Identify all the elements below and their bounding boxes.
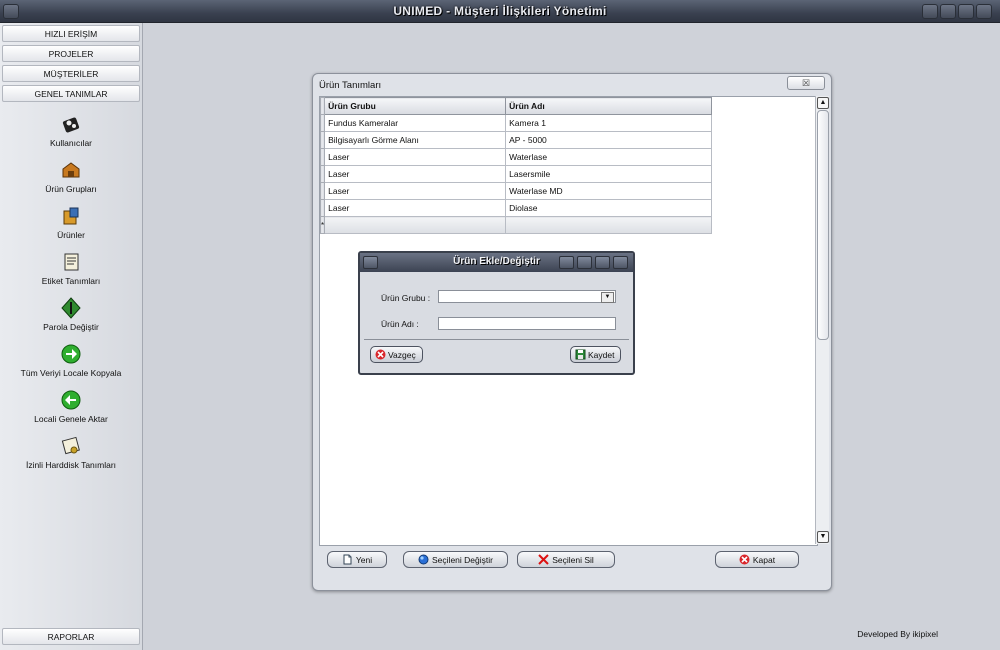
sidebar-item-etiket-tanimlari[interactable]: Etiket Tanımları [0,251,142,286]
table-row[interactable]: Bilgisayarlı Görme Alanı AP - 5000 [319,131,713,149]
product-groups-icon [62,162,80,178]
table-cell[interactable]: Fundus Kameralar [324,114,507,132]
new-row[interactable]: * [319,216,713,234]
sidebar-item-harddisk-tanimlari[interactable]: İzinli Harddisk Tanımları [0,435,142,470]
delete-selected-button[interactable]: Seçileni Sil [517,551,615,568]
table-cell[interactable]: Laser [324,148,507,166]
table-cell[interactable]: Laser [324,165,507,183]
table-cell[interactable]: Laser [324,182,507,200]
table-cell[interactable]: Kamera 1 [505,114,713,132]
dialog-close-icon[interactable] [613,256,628,269]
dialog-title: Ürün Ekle/Değiştir [453,256,540,267]
window-title: Ürün Tanımları [319,80,382,91]
edit-globe-icon [418,554,429,565]
sidebar-item-genele-aktar[interactable]: Locali Genele Aktar [0,389,142,424]
table-cell[interactable]: Diolase [505,199,713,217]
products-icon [63,207,79,225]
window-close-icon[interactable] [976,4,992,19]
close-red-circle-icon [739,554,750,565]
sidebar-item-label: Ürünler [57,230,85,240]
delete-x-icon [538,554,549,565]
arrow-right-green-icon [61,344,81,364]
sidebar-item-parola-degistir[interactable]: Parola Değiştir [0,297,142,332]
users-icon [62,117,80,133]
window-maximize-icon[interactable] [958,4,974,19]
new-document-icon [343,554,352,565]
cancel-button[interactable]: Vazgeç [370,346,423,363]
app-titlebar: UNIMED - Müşteri İlişkileri Yönetimi [0,0,1000,23]
window-close-button[interactable]: ☒ [787,76,825,90]
new-row-cell[interactable] [505,216,713,234]
nav-genel-tanimlar-button[interactable]: GENEL TANIMLAR [2,85,140,102]
sidebar-item-label: Parola Değiştir [43,322,99,332]
sidebar-item-label: Etiket Tanımları [41,276,101,286]
dialog-maximize-icon[interactable] [595,256,610,269]
label-icon [64,253,79,271]
scroll-up-icon[interactable]: ▲ [817,97,829,109]
new-row-cell[interactable] [324,216,507,234]
harddisk-certificate-icon [61,436,80,455]
table-cell[interactable]: Bilgisayarlı Görme Alanı [324,131,507,149]
column-header-urun-adi[interactable]: Ürün Adı [505,97,713,115]
table-row[interactable]: Laser Waterlase [319,148,713,166]
grid-vertical-scrollbar[interactable]: ▲ ▼ [815,96,829,544]
dialog-minimize-icon[interactable] [577,256,592,269]
product-table: Ürün Grubu Ürün Adı Fundus Kameralar Kam… [319,97,713,234]
developer-credit: Developed By ikipixel [857,629,938,639]
nav-hizli-erisim-button[interactable]: HIZLI ERİŞİM [2,25,140,42]
arrow-left-green-icon [61,390,81,410]
scroll-down-icon[interactable]: ▼ [817,531,829,543]
table-cell[interactable]: Waterlase MD [505,182,713,200]
sidebar-item-label: Kullanıcılar [49,138,93,148]
window-button-bar: Yeni Seçileni Değiştir Seçileni Sil Kapa… [319,545,828,583]
window-restore-icon[interactable] [922,4,938,19]
product-name-input[interactable] [438,317,616,330]
new-button[interactable]: Yeni [327,551,387,568]
app-title: UNIMED - Müşteri İlişkileri Yönetimi [393,4,607,18]
table-row[interactable]: Laser Waterlase MD [319,182,713,200]
window-minimize-icon[interactable] [940,4,956,19]
scrollbar-thumb[interactable] [817,110,829,340]
table-cell[interactable]: Laser [324,199,507,217]
sidebar-item-label: İzinli Harddisk Tanımları [25,460,117,470]
column-header-urun-grubu[interactable]: Ürün Grubu [324,97,507,115]
table-cell[interactable]: Waterlase [505,148,713,166]
sidebar-item-locale-kopyala[interactable]: Tüm Veriyi Locale Kopyala [0,343,142,378]
table-cell[interactable]: Lasersmile [505,165,713,183]
table-row[interactable]: Laser Diolase [319,199,713,217]
save-button[interactable]: Kaydet [570,346,622,363]
product-edit-dialog: Ürün Ekle/Değiştir Ürün Grubu : ▼ Ürün A… [358,251,635,375]
dialog-separator [364,339,629,340]
table-cell[interactable]: AP - 5000 [505,131,713,149]
product-group-dropdown[interactable]: ▼ [438,290,616,303]
password-icon [61,297,81,319]
nav-raporlar-button[interactable]: RAPORLAR [2,628,140,645]
sidebar-item-label: Locali Genele Aktar [34,414,108,424]
table-row[interactable]: Laser Lasersmile [319,165,713,183]
product-name-label: Ürün Adı : [381,319,419,329]
product-group-label: Ürün Grubu : [381,293,431,303]
sidebar: HIZLI ERİŞİM PROJELER MÜŞTERİLER GENEL T… [0,23,143,650]
save-floppy-icon [575,349,586,360]
nav-musteriler-button[interactable]: MÜŞTERİLER [2,65,140,82]
dialog-titlebar: Ürün Ekle/Değiştir [360,253,633,272]
dialog-restore-icon[interactable] [559,256,574,269]
edit-selected-button[interactable]: Seçileni Değiştir [403,551,508,568]
sidebar-item-label: Ürün Grupları [45,184,97,194]
sidebar-item-kullanicilar[interactable]: Kullanıcılar [0,113,142,148]
table-row[interactable]: Fundus Kameralar Kamera 1 [319,114,713,132]
table-header-row: Ürün Grubu Ürün Adı [319,97,713,115]
sidebar-item-urunler[interactable]: Ürünler [0,205,142,240]
nav-projeler-button[interactable]: PROJELER [2,45,140,62]
close-button[interactable]: Kapat [715,551,799,568]
sidebar-item-label: Tüm Veriyi Locale Kopyala [20,368,122,378]
cancel-red-circle-icon [375,349,386,360]
sidebar-item-urun-gruplari[interactable]: Ürün Grupları [0,159,142,194]
chevron-down-icon[interactable]: ▼ [601,292,614,303]
